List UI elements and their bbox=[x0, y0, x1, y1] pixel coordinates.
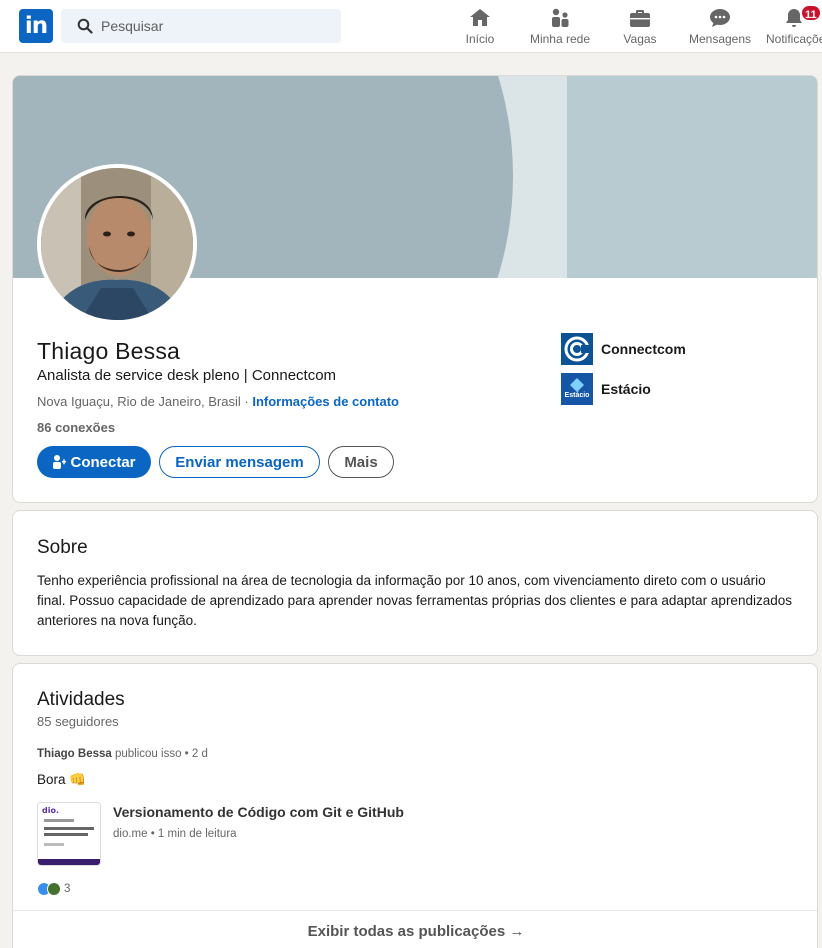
nav-item-network[interactable]: Minha rede bbox=[526, 6, 594, 50]
article-title[interactable]: Versionamento de Código com Git e GitHub bbox=[113, 804, 404, 820]
connections-count: 86 conexões bbox=[37, 420, 116, 435]
home-icon bbox=[470, 9, 490, 26]
org-estacio[interactable]: Estácio Estácio bbox=[561, 373, 651, 405]
profile-location: Nova Iguaçu, Rio de Janeiro, Brasil bbox=[37, 394, 241, 409]
chat-icon bbox=[710, 9, 730, 27]
search-icon bbox=[77, 18, 93, 34]
article-meta: dio.me • 1 min de leitura bbox=[113, 828, 237, 840]
connect-button[interactable]: Conectar bbox=[37, 446, 151, 478]
more-button[interactable]: Mais bbox=[328, 446, 394, 478]
celebrate-icon bbox=[47, 882, 61, 896]
separator: · bbox=[240, 394, 253, 409]
nav-item-label: Mensagens bbox=[688, 32, 752, 46]
search-bar[interactable] bbox=[61, 9, 341, 43]
estacio-logo: Estácio bbox=[561, 373, 593, 405]
about-title: Sobre bbox=[37, 537, 88, 558]
nav-item-label: Início bbox=[465, 32, 495, 46]
activity-card: Atividades 85 seguidores Thiago Bessa pu… bbox=[12, 663, 818, 948]
connect-button-label: Conectar bbox=[70, 453, 136, 471]
nav-item-home[interactable]: Início bbox=[460, 6, 500, 50]
profile-card: Thiago Bessa Analista de service desk pl… bbox=[12, 75, 818, 503]
show-all-posts-button[interactable]: Exibir todas as publicações → bbox=[13, 910, 817, 948]
activity-title: Atividades bbox=[37, 689, 125, 710]
profile-photo bbox=[41, 168, 193, 320]
contact-info-link[interactable]: Informações de contato bbox=[252, 394, 399, 409]
send-message-label: Enviar mensagem bbox=[175, 453, 304, 471]
post-meta: Thiago Bessa publicou isso • 2 d bbox=[37, 748, 208, 760]
top-nav: in Início Minha rede Vagas Mensagens 11 … bbox=[0, 0, 822, 53]
about-card: Sobre Tenho experiência profissional na … bbox=[12, 510, 818, 656]
send-message-button[interactable]: Enviar mensagem bbox=[159, 446, 320, 478]
nav-item-jobs[interactable]: Vagas bbox=[620, 6, 660, 50]
avatar[interactable] bbox=[37, 164, 197, 324]
nav-item-label: Vagas bbox=[623, 32, 657, 46]
linkedin-logo[interactable]: in bbox=[19, 9, 53, 43]
briefcase-icon bbox=[630, 10, 650, 27]
svg-text:dio.: dio. bbox=[42, 806, 59, 815]
post-action: publicou isso • 2 d bbox=[111, 748, 208, 760]
post-text[interactable]: Bora 👊 bbox=[37, 772, 86, 788]
org-name: Connectcom bbox=[601, 341, 686, 357]
about-text: Tenho experiência profissional na área d… bbox=[37, 573, 792, 628]
org-name: Estácio bbox=[601, 381, 651, 397]
nav-item-label: Notificações bbox=[766, 32, 822, 46]
reactions[interactable]: 3 bbox=[37, 882, 70, 896]
nav-item-label: Minha rede bbox=[529, 32, 591, 46]
nav-item-messages[interactable]: Mensagens bbox=[688, 6, 752, 50]
profile-name: Thiago Bessa bbox=[37, 338, 181, 364]
org-connectcom[interactable]: Connectcom bbox=[561, 333, 686, 365]
followers-count: 85 seguidores bbox=[37, 714, 119, 729]
search-input[interactable] bbox=[101, 9, 331, 43]
notification-badge: 11 bbox=[800, 4, 822, 22]
connectcom-logo bbox=[561, 333, 593, 365]
add-person-icon bbox=[53, 455, 67, 469]
profile-headline: Analista de service desk pleno | Connect… bbox=[37, 367, 337, 384]
article-thumbnail[interactable]: dio. bbox=[37, 802, 101, 866]
fist-icon: 👊 bbox=[69, 772, 87, 787]
people-icon bbox=[552, 8, 569, 27]
profile-location-line: Nova Iguaçu, Rio de Janeiro, Brasil · In… bbox=[37, 394, 399, 409]
nav-item-notifications[interactable]: 11 Notificações bbox=[766, 4, 822, 50]
post-author[interactable]: Thiago Bessa bbox=[37, 748, 112, 760]
reactions-count: 3 bbox=[64, 883, 71, 895]
more-label: Mais bbox=[344, 453, 378, 471]
